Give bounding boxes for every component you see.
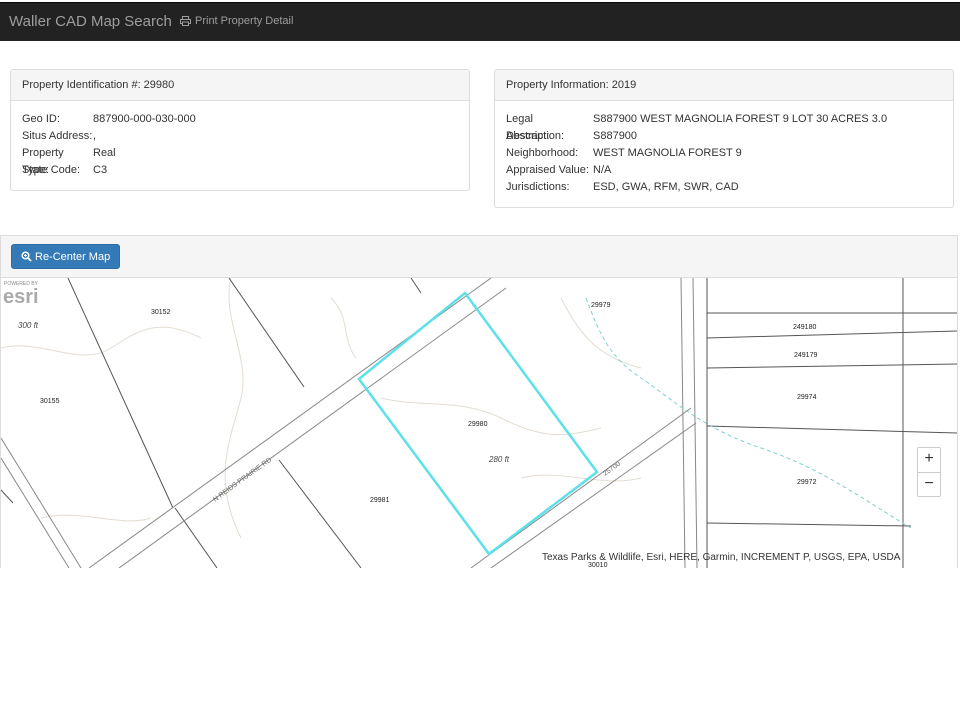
parcel-label-249180: 249180 xyxy=(793,324,816,331)
appraised-value-row: Appraised Value: N/A xyxy=(506,162,942,179)
esri-wordmark: esri xyxy=(3,286,39,306)
parcel-label-29981: 29981 xyxy=(370,497,390,504)
property-type-row: Property Type: Real xyxy=(22,145,458,176)
property-identification-panel: Property Identification #: 29980 Geo ID:… xyxy=(10,69,470,191)
zoom-search-icon xyxy=(21,251,32,262)
property-type-value: Real xyxy=(93,147,116,159)
stream-line xyxy=(585,297,912,529)
print-link-label: Print Property Detail xyxy=(195,15,294,27)
neighborhood-label: Neighborhood: xyxy=(506,147,579,159)
jurisdictions-value: ESD, GWA, RFM, SWR, CAD xyxy=(593,181,739,193)
parcel-labels: 30152 30155 29979 249180 249179 29974 29… xyxy=(40,302,817,568)
legal-description-row: Legal Description: S887900 WEST MAGNOLIA… xyxy=(506,111,942,142)
situs-address-value: , xyxy=(93,130,97,142)
neighborhood-row: Neighborhood: WEST MAGNOLIA FOREST 9 xyxy=(506,145,942,162)
situs-address-label: Situs Address: xyxy=(22,130,93,142)
parcel-map: 30152 30155 29979 249180 249179 29974 29… xyxy=(1,278,957,568)
map-view[interactable]: 30152 30155 29979 249180 249179 29974 29… xyxy=(1,278,957,568)
road-label-n-reids-prairie-rd: N REIDS PRAIRIE RD xyxy=(212,457,273,504)
jurisdictions-label: Jurisdictions: xyxy=(506,181,570,193)
zoom-in-button[interactable]: + xyxy=(918,448,940,472)
abstract-label: Abstract: xyxy=(506,130,550,142)
map-toolbar: Re-Center Map xyxy=(1,236,957,278)
road-labels: N REIDS PRAIRIE RD 25700 xyxy=(212,457,622,504)
situs-address-row: Situs Address: , xyxy=(22,128,458,145)
property-identification-heading: Property Identification #: 29980 xyxy=(11,70,469,101)
geo-id-value: 887900-000-030-000 xyxy=(93,113,196,125)
re-center-map-label: Re-Center Map xyxy=(35,250,111,263)
zoom-out-button[interactable]: − xyxy=(918,472,940,496)
appraised-value-value: N/A xyxy=(593,164,612,176)
legal-description-label: Legal Description: xyxy=(506,113,565,142)
zoom-controls: + − xyxy=(917,447,941,497)
property-type-label: Property Type: xyxy=(22,147,64,176)
dimension-label-300ft: 300 ft xyxy=(18,321,39,330)
parcel-label-29974: 29974 xyxy=(797,394,817,401)
parcel-label-29980: 29980 xyxy=(468,421,488,428)
appraised-value-label: Appraised Value: xyxy=(506,164,589,176)
state-code-row: State Code: C3 xyxy=(22,162,458,179)
esri-logo: POWERED BY esri xyxy=(3,281,39,306)
state-code-label: State Code: xyxy=(22,164,81,176)
print-property-detail-link[interactable]: Print Property Detail xyxy=(180,15,293,27)
parcel-label-30152: 30152 xyxy=(151,309,171,316)
roads xyxy=(1,278,698,568)
terrain-contours xyxy=(1,278,642,539)
top-navbar: Waller CAD Map Search Print Property Det… xyxy=(0,2,960,41)
map-panel: Re-Center Map 30152 30155 29979 249180 2… xyxy=(0,235,958,568)
parcel-label-29979: 29979 xyxy=(591,302,611,309)
neighborhood-value: WEST MAGNOLIA FOREST 9 xyxy=(593,147,742,159)
jurisdictions-row: Jurisdictions: ESD, GWA, RFM, SWR, CAD xyxy=(506,179,942,196)
geo-id-row: Geo ID: 887900-000-030-000 xyxy=(22,111,458,128)
property-information-panel: Property Information: 2019 Legal Descrip… xyxy=(494,69,954,208)
dimension-labels: 300 ft 280 ft xyxy=(18,321,510,464)
abstract-row: Abstract: S887900 xyxy=(506,128,942,145)
dimension-label-280ft: 280 ft xyxy=(488,455,510,464)
parcel-label-30155: 30155 xyxy=(40,398,60,405)
legal-description-value: S887900 WEST MAGNOLIA FOREST 9 LOT 30 AC… xyxy=(593,113,888,125)
abstract-value: S887900 xyxy=(593,130,638,142)
app-brand[interactable]: Waller CAD Map Search xyxy=(9,13,172,30)
road-label-25700: 25700 xyxy=(602,460,622,477)
parcel-label-29972: 29972 xyxy=(797,479,817,486)
property-information-heading: Property Information: 2019 xyxy=(495,70,953,101)
printer-icon xyxy=(180,16,191,26)
map-attribution[interactable]: Texas Parks & Wildlife, Esri, HERE, Garm… xyxy=(542,552,900,563)
parcel-label-249179: 249179 xyxy=(794,352,817,359)
re-center-map-button[interactable]: Re-Center Map xyxy=(11,244,121,269)
geo-id-label: Geo ID: xyxy=(22,113,60,125)
state-code-value: C3 xyxy=(93,164,108,176)
